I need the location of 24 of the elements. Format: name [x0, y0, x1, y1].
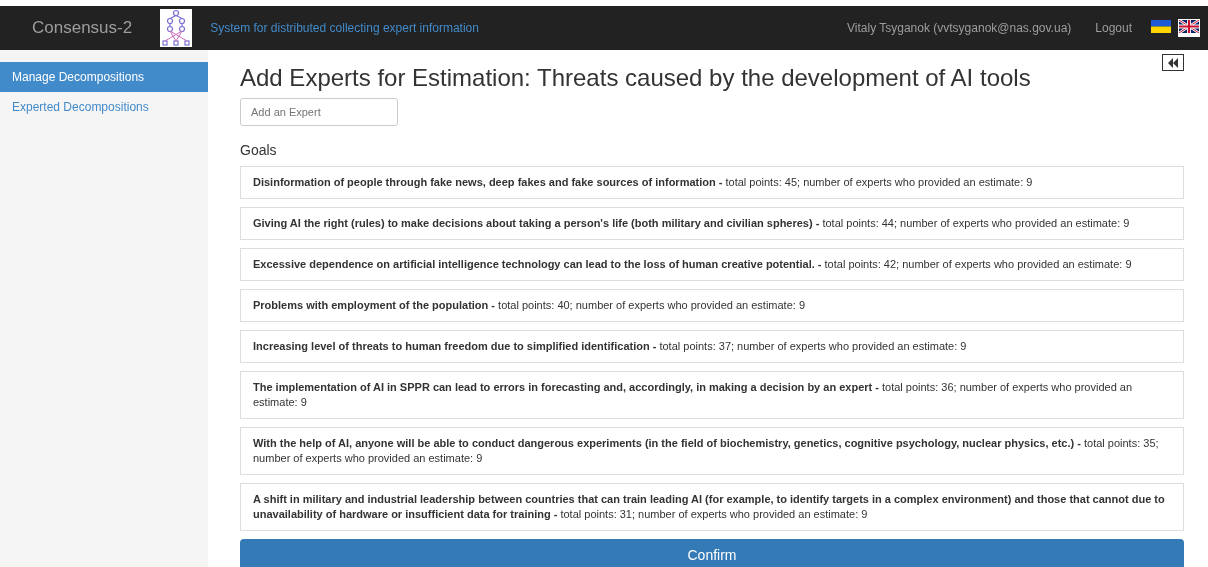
goal-item: A shift in military and industrial leadership between countries that can train leading AI (for example, to identify targets in a complex environment) and those that cannot due to unavailability of hardware or insufficient data for training - total points: 31; number of experts who provided an estimate: 9	[240, 483, 1184, 531]
collapse-button[interactable]	[1162, 54, 1184, 71]
tagline: System for distributed collecting expert information	[210, 21, 479, 35]
goal-item: With the help of AI, anyone will be able to conduct dangerous experiments (in the field of biochemistry, genetics, cognitive psychology, nuclear physics, etc.) - total points: 35; number of experts who provided an estimate: 9	[240, 427, 1184, 475]
logout-link[interactable]: Logout	[1095, 21, 1132, 35]
ukraine-flag-icon	[1151, 20, 1171, 33]
page-title: Add Experts for Estimation: Threats caused by the development of AI tools	[240, 64, 1032, 92]
sidebar-item[interactable]: Experted Decompositions	[0, 92, 208, 122]
sidebar-item[interactable]: Manage Decompositions	[0, 62, 208, 92]
uk-flag-icon	[1179, 20, 1199, 33]
goal-item: The implementation of AI in SPPR can lead to errors in forecasting and, accordingly, in making a decision by an expert - total points: 36; number of experts who provided an estimate: 9	[240, 371, 1184, 419]
section-heading: Goals	[240, 142, 278, 158]
goal-item: Excessive dependence on artificial intelligence technology can lead to the loss of human creative potential. - total points: 42; number of experts who provided an estimate: 9	[240, 248, 1184, 281]
language-flag-button[interactable]	[1178, 19, 1200, 37]
goal-item: Disinformation of people through fake news, deep fakes and fake sources of information - total points: 45; number of experts who provided an estimate: 9	[240, 166, 1184, 199]
user-name: Vitaly Tsyganok (vvtsyganok@nas.gov.ua)	[847, 21, 1072, 35]
network-logo-icon	[160, 9, 193, 47]
goal-item: Giving AI the right (rules) to make decisions about taking a person's life (both military and civilian spheres) - total points: 44; number of experts who provided an estimate: 9	[240, 207, 1184, 240]
goal-item: Problems with employment of the population - total points: 40; number of experts who provided an estimate: 9	[240, 289, 1184, 322]
goal-item: Increasing level of threats to human freedom due to simplified identification - total points: 37; number of experts who provided an estimate: 9	[240, 330, 1184, 363]
confirm-button[interactable]: Confirm	[240, 539, 1184, 567]
expert-input-field[interactable]: Add an Expert	[240, 98, 398, 126]
double-left-arrow-icon	[1167, 57, 1179, 68]
brand-name[interactable]: Consensus-2	[32, 18, 133, 38]
